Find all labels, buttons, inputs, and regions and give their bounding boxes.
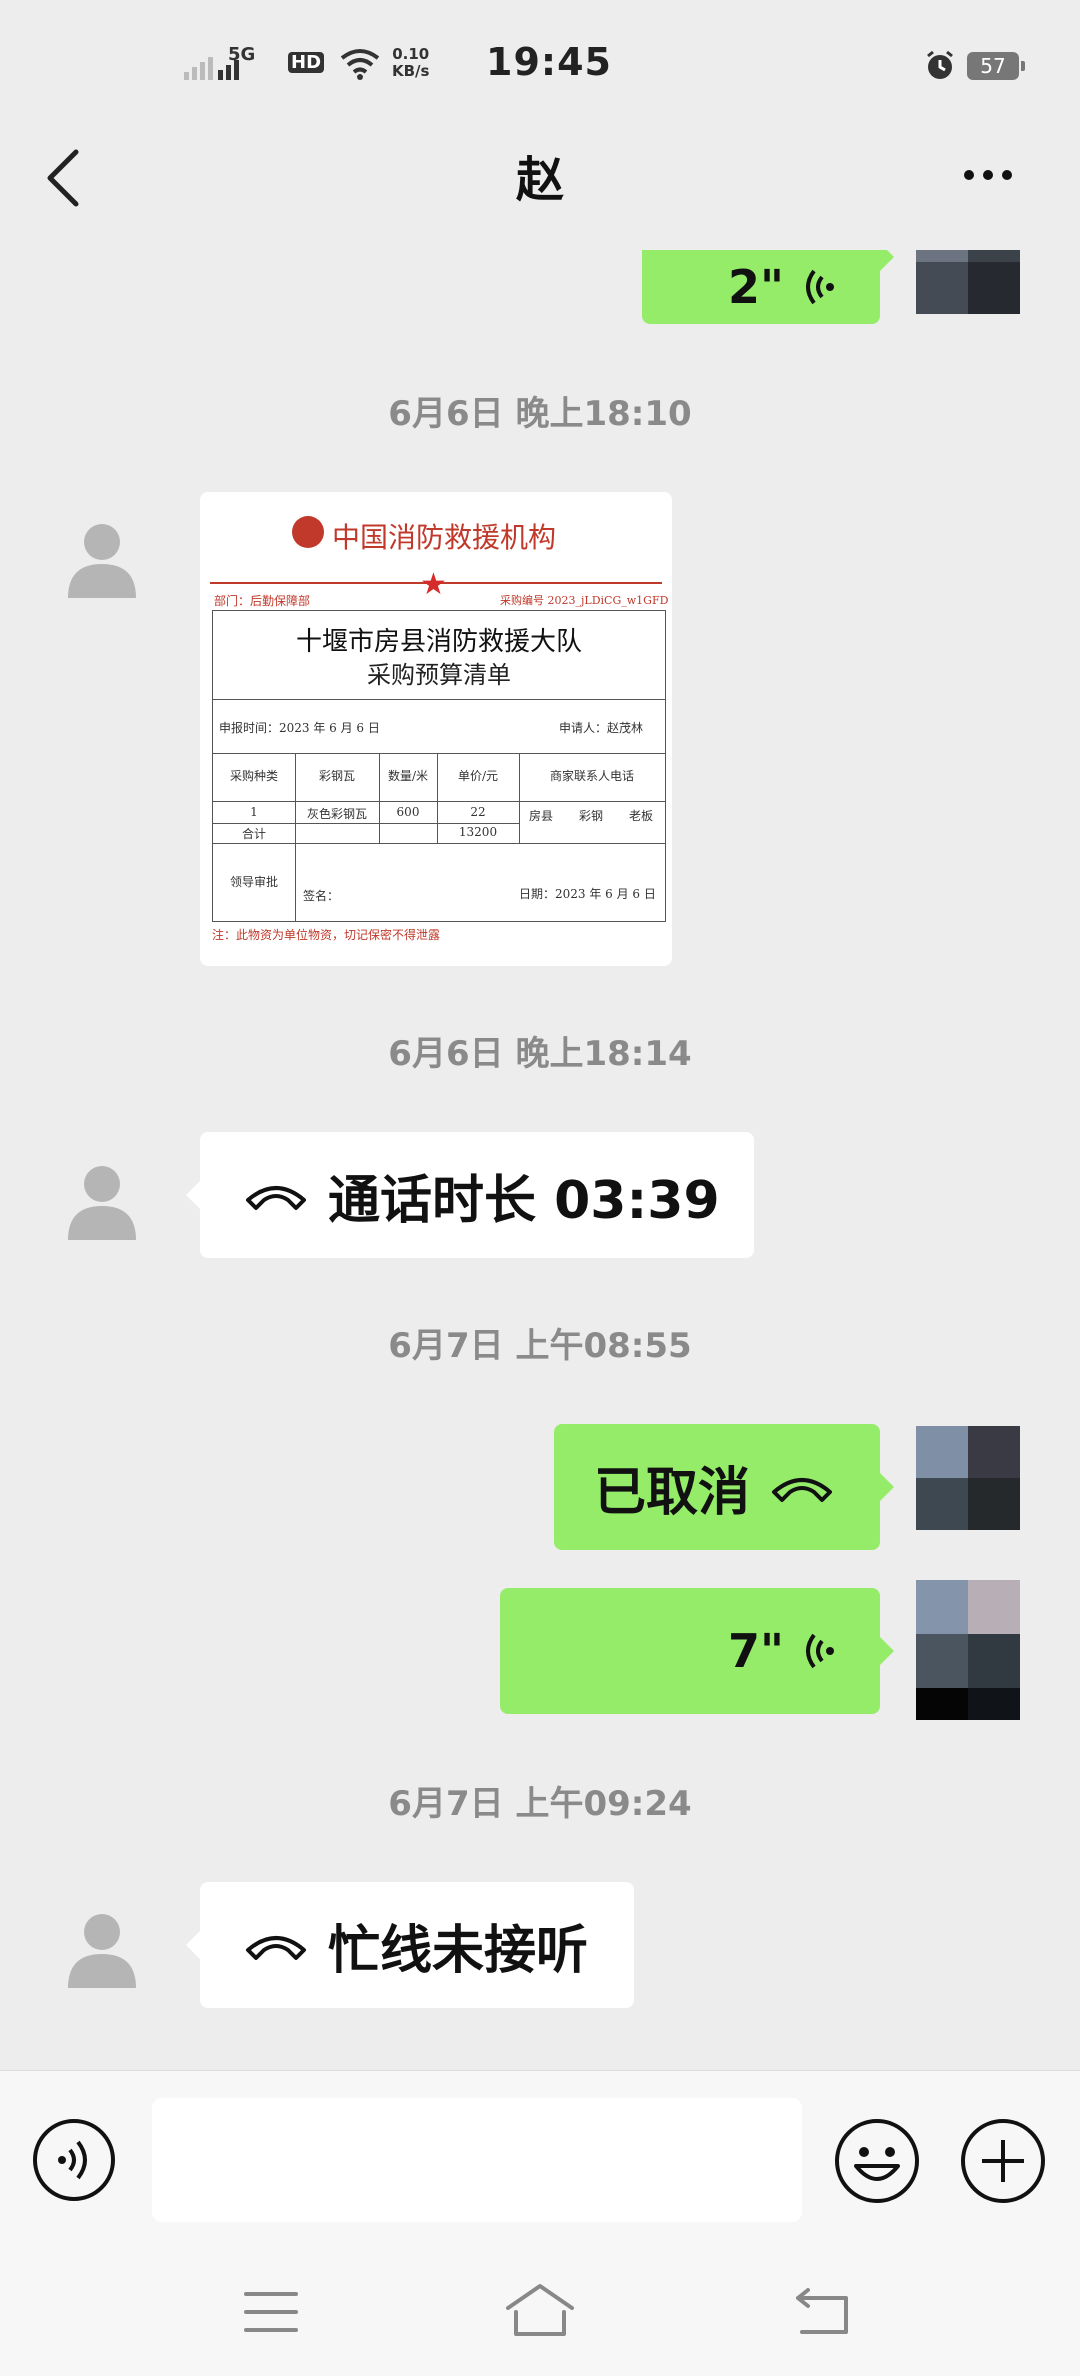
- doc-header-cell: 数量/米: [387, 769, 429, 783]
- my-avatar[interactable]: [916, 250, 1020, 314]
- network-type: 5G: [228, 44, 256, 65]
- doc-cell: 房县: [528, 809, 553, 823]
- doc-number: 采购编号 2023_jLDiCG_w1GFD: [500, 594, 669, 607]
- contact-avatar[interactable]: [60, 1904, 144, 1988]
- doc-title: 十堰市房县消防救援大队: [295, 627, 582, 657]
- wifi-icon: [340, 49, 380, 80]
- message-list[interactable]: 2" 6月6日 晚上18:10 中国消防救援机构 ★ 部门：后勤保障部 采购编号…: [0, 250, 1080, 2070]
- call-record-bubble[interactable]: 通话时长 03:39: [186, 1132, 754, 1258]
- back-nav-icon[interactable]: [792, 2286, 854, 2336]
- doc-note: 注：此物资为单位物资，切记保密不得泄露: [212, 928, 441, 942]
- my-avatar[interactable]: [916, 1426, 1020, 1530]
- battery-level: 57: [980, 54, 1006, 78]
- doc-applicant: 申请人：赵茂林: [559, 721, 644, 735]
- doc-total-value: 13200: [458, 825, 498, 839]
- speed-value: 0.10: [392, 45, 430, 63]
- more-options-icon[interactable]: [958, 164, 1018, 184]
- doc-cell: 1: [250, 805, 258, 819]
- image-message[interactable]: 中国消防救援机构 ★ 部门：后勤保障部 采购编号 2023_jLDiCG_w1G…: [200, 492, 672, 966]
- my-avatar[interactable]: [916, 1580, 1020, 1720]
- status-bar: 5G HD 0.10 KB/s 19:45 57: [0, 0, 1080, 130]
- doc-cell: 22: [470, 805, 486, 819]
- timestamp: 6月7日 上午08:55: [388, 1326, 692, 1366]
- doc-date: 日期：2023 年 6 月 6 日: [519, 887, 656, 901]
- doc-total-label: 合计: [241, 827, 266, 841]
- phone-hangup-icon: [772, 1478, 833, 1502]
- back-arrow-icon[interactable]: [44, 148, 84, 208]
- voice-duration: 2": [728, 260, 784, 314]
- alarm-icon: [927, 50, 953, 79]
- menu-icon[interactable]: [244, 2290, 298, 2334]
- doc-cell: 彩钢: [578, 809, 603, 823]
- voice-wave-icon: [806, 269, 834, 305]
- speed-unit: KB/s: [392, 62, 430, 80]
- fire-rescue-emblem-icon: [292, 516, 324, 548]
- call-record-bubble[interactable]: 忙线未接听: [186, 1882, 634, 2008]
- call-record-bubble[interactable]: 已取消: [554, 1424, 894, 1550]
- timestamp: 6月7日 上午09:24: [388, 1784, 692, 1824]
- chat-title: 赵: [515, 152, 564, 208]
- phone-hangup-icon: [246, 1936, 306, 1960]
- doc-header-cell: 商家联系人电话: [549, 769, 634, 783]
- star-icon: ★: [420, 567, 447, 602]
- voice-duration: 7": [728, 1624, 784, 1678]
- doc-cell: 老板: [628, 809, 653, 823]
- timestamp: 6月6日 晚上18:14: [388, 1034, 692, 1074]
- home-icon[interactable]: [504, 2282, 576, 2338]
- voice-message-bubble[interactable]: 2": [642, 250, 894, 324]
- emoji-icon[interactable]: [834, 2118, 920, 2204]
- voice-message-bubble[interactable]: 7": [500, 1588, 894, 1714]
- hd-badge: HD: [288, 52, 325, 73]
- doc-cell: 灰色彩钢瓦: [306, 807, 367, 821]
- add-more-icon[interactable]: [960, 2118, 1046, 2204]
- voice-wave-icon: [806, 1633, 834, 1669]
- doc-header-cell: 彩钢瓦: [318, 769, 355, 783]
- contact-avatar[interactable]: [60, 514, 144, 598]
- timestamp: 6月6日 晚上18:10: [388, 394, 692, 434]
- call-status-text: 忙线未接听: [328, 1920, 589, 1981]
- doc-report-time: 申报时间：2023 年 6 月 6 日: [219, 721, 380, 735]
- doc-header-cell: 单价/元: [457, 769, 499, 783]
- network-speed: 0.10 KB/s: [392, 46, 429, 80]
- doc-sign-label: 签名：: [303, 889, 340, 903]
- call-status-text: 已取消: [594, 1462, 751, 1523]
- contact-avatar[interactable]: [60, 1156, 144, 1240]
- voice-input-icon[interactable]: [32, 2118, 116, 2202]
- message-input[interactable]: [152, 2098, 802, 2222]
- doc-subtitle: 采购预算清单: [367, 661, 511, 689]
- battery-indicator: 57: [967, 52, 1025, 80]
- doc-header-cell: 采购种类: [229, 769, 278, 783]
- doc-table: 十堰市房县消防救援大队 采购预算清单 申报时间：2023 年 6 月 6 日 申…: [212, 610, 666, 922]
- doc-approval-label: 领导审批: [229, 875, 278, 889]
- doc-department: 部门：后勤保障部: [214, 594, 311, 608]
- phone-hangup-icon: [246, 1186, 306, 1210]
- clock: 19:45: [486, 40, 612, 84]
- doc-cell: 600: [396, 805, 420, 819]
- doc-org: 中国消防救援机构: [332, 521, 557, 554]
- call-duration-text: 通话时长 03:39: [328, 1170, 720, 1231]
